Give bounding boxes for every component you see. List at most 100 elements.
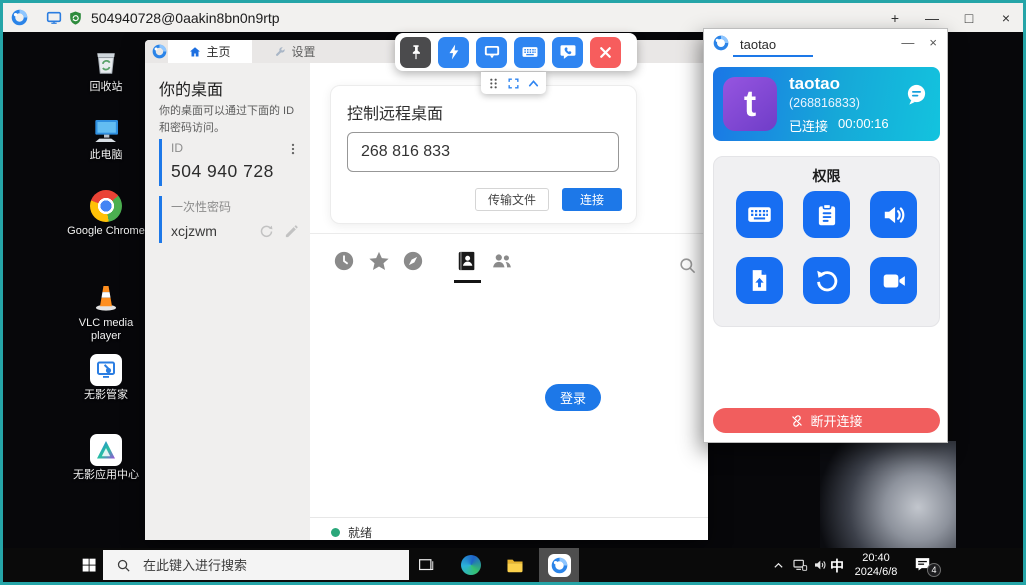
rustdesk-main-window: 主页 设置 你的桌面 你的桌面可以通过下面的 ID 和密码访问。 ID 504 … <box>145 40 708 540</box>
home-icon <box>190 46 201 56</box>
file-explorer-icon[interactable] <box>505 556 525 575</box>
connect-button[interactable]: 连接 <box>562 188 622 211</box>
desktop-icon-recycle-bin[interactable]: 回收站 <box>67 44 145 94</box>
speaker-icon <box>884 206 904 223</box>
volume-icon[interactable] <box>813 557 829 573</box>
rustdesk-taskbar-button[interactable] <box>539 548 579 582</box>
task-view-icon[interactable] <box>417 556 435 574</box>
wuying-appcenter-icon <box>67 432 145 466</box>
desktop-icon-label: 无影管家 <box>84 389 128 401</box>
search-icon[interactable] <box>678 256 697 275</box>
tab-home[interactable]: 主页 <box>168 40 252 63</box>
favorites-tab-icon[interactable] <box>368 250 390 272</box>
chat-bubble-icon[interactable] <box>905 83 928 106</box>
desktop-icon-wuying-manager[interactable]: 无影管家 <box>67 352 145 402</box>
ime-indicator[interactable]: 中 <box>830 556 844 576</box>
session-titlebar: taotao — × <box>704 29 947 58</box>
tray-expand-icon[interactable] <box>773 560 784 571</box>
minimize-button[interactable]: — <box>925 10 939 26</box>
tab-settings[interactable]: 设置 <box>252 40 338 63</box>
toolbar-mini-controls <box>481 72 546 94</box>
chrome-icon <box>67 188 145 222</box>
rustdesk-icon <box>547 553 571 577</box>
recycle-bin-icon <box>67 44 145 78</box>
file-upload-icon <box>752 270 767 291</box>
actions-toolbar-button[interactable] <box>438 36 469 68</box>
session-tab-underline <box>733 55 813 57</box>
app-main-area: 控制远程桌面 传输文件 连接 登录 就绪 <box>310 63 708 540</box>
rustdesk-logo-icon <box>11 9 28 26</box>
keyboard-toolbar-button[interactable] <box>514 36 545 68</box>
clipboard-icon <box>818 203 835 225</box>
recent-sessions-tab-icon[interactable] <box>333 250 355 272</box>
tray-clock[interactable]: 20:40 2024/6/8 <box>846 552 906 580</box>
start-button[interactable] <box>81 557 97 573</box>
restart-icon <box>816 270 837 291</box>
rustdesk-logo-icon <box>713 35 729 51</box>
disconnect-button[interactable]: 断开连接 <box>713 408 940 433</box>
permissions-card: 权限 <box>713 156 940 327</box>
refresh-password-icon[interactable] <box>259 224 274 239</box>
divider <box>310 517 708 518</box>
edge-icon[interactable] <box>461 555 481 575</box>
permission-keyboard-button[interactable] <box>736 191 783 238</box>
network-icon[interactable] <box>792 557 808 573</box>
wallpaper-image <box>820 441 956 548</box>
desktop-icon-label: 无影应用中心 <box>73 469 139 481</box>
desktop-icon-label: VLC media player <box>78 317 134 342</box>
desktop-icon-chrome[interactable]: Google Chrome <box>67 188 145 238</box>
session-close-button[interactable]: × <box>929 35 937 50</box>
desktop-icon-label: Google Chrome <box>67 225 145 237</box>
voice-chat-icon <box>560 45 575 59</box>
remote-id-input[interactable] <box>347 132 619 172</box>
session-minimize-button[interactable]: — <box>901 35 914 50</box>
login-button[interactable]: 登录 <box>545 384 601 411</box>
wrench-icon <box>276 46 286 56</box>
address-book-tab-icon[interactable] <box>456 250 478 272</box>
tab-settings-label: 设置 <box>291 45 316 59</box>
discovered-tab-icon[interactable] <box>402 250 424 272</box>
permissions-title: 权限 <box>812 168 841 184</box>
tray-date: 2024/6/8 <box>854 565 898 578</box>
display-toolbar-button[interactable] <box>476 36 507 68</box>
peer-id: (268816833) <box>789 96 860 110</box>
pin-toolbar-button[interactable] <box>400 36 431 68</box>
divider <box>310 233 708 234</box>
desktop-icon-label: 回收站 <box>89 81 123 93</box>
edit-password-icon[interactable] <box>284 224 299 239</box>
tab-home-label: 主页 <box>206 45 231 59</box>
status-bar: 就绪 <box>331 524 372 541</box>
groups-tab-icon[interactable] <box>491 250 513 272</box>
chat-toolbar-button[interactable] <box>552 36 583 68</box>
keyboard-icon <box>748 207 771 222</box>
wuying-manager-icon <box>67 352 145 386</box>
transfer-file-button[interactable]: 传输文件 <box>475 188 549 211</box>
taskbar-search[interactable] <box>103 550 409 580</box>
keyboard-icon <box>522 47 537 57</box>
secure-shield-icon <box>70 11 81 25</box>
close-button[interactable]: × <box>999 10 1013 26</box>
permission-file-transfer-button[interactable] <box>736 257 783 304</box>
permission-restart-button[interactable] <box>803 257 850 304</box>
desktop-icon-vlc[interactable]: VLC media player <box>67 280 145 342</box>
remote-control-title: 控制远程桌面 <box>347 106 444 123</box>
desktop-icon-this-pc[interactable]: 此电脑 <box>67 112 145 162</box>
disconnect-label: 断开连接 <box>810 414 863 429</box>
fullscreen-icon[interactable] <box>507 77 520 90</box>
permission-audio-button[interactable] <box>870 191 917 238</box>
lightning-icon <box>449 44 458 60</box>
drag-grid-icon[interactable] <box>487 77 500 90</box>
maximize-button[interactable]: □ <box>962 10 976 26</box>
session-panel-window: taotao — × t taotao (268816833) 已连接 00:0… <box>703 28 948 443</box>
permission-clipboard-button[interactable] <box>803 191 850 238</box>
remote-session-toolbar <box>395 33 637 71</box>
desktop-icon-wuying-appcenter[interactable]: 无影应用中心 <box>67 432 145 482</box>
id-menu-icon[interactable] <box>286 142 300 156</box>
collapse-toolbar-icon[interactable] <box>527 77 540 90</box>
permission-camera-button[interactable] <box>870 257 917 304</box>
id-label: ID <box>171 141 183 155</box>
taskbar-search-input[interactable] <box>141 556 371 574</box>
session-tab-label[interactable]: taotao <box>740 37 776 52</box>
close-session-toolbar-button[interactable] <box>590 36 621 68</box>
new-tab-button[interactable]: + <box>888 10 902 26</box>
